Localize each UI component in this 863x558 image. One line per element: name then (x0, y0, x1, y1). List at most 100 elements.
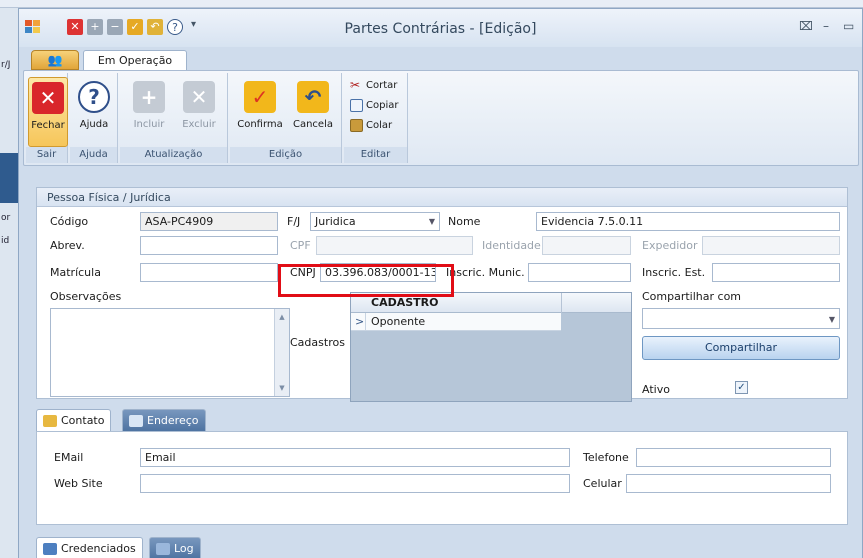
compartilhar-com-label: Compartilhar com (642, 290, 742, 303)
abrev-label: Abrev. (50, 239, 85, 252)
database-undo-icon: ↶ (297, 81, 329, 113)
abrev-field[interactable] (140, 236, 278, 255)
group-label-ajuda: Ajuda (70, 147, 117, 163)
scissors-icon: ✂ (350, 78, 361, 92)
identidade-label: Identidade (482, 239, 541, 252)
ativo-label: Ativo (642, 383, 670, 396)
grid-column-cadastro[interactable]: CADASTRO (371, 296, 438, 309)
form-area: Pessoa Física / Jurídica Código ASA-PC49… (19, 169, 862, 558)
cancela-button[interactable]: ↶ Cancela (288, 77, 338, 130)
telefone-label: Telefone (583, 451, 629, 464)
chevron-down-icon: ▼ (828, 315, 835, 324)
celular-field[interactable] (626, 474, 831, 493)
group-atualizacao: + Incluir ✕ Excluir Atualização (120, 73, 228, 163)
background-app-bar (0, 0, 863, 8)
cadastros-grid[interactable]: CADASTRO > Oponente (350, 292, 632, 402)
database-confirm-icon: ✓ (244, 81, 276, 113)
fj-label: F/J (287, 215, 301, 228)
tab-contato[interactable]: Contato (36, 409, 112, 431)
inscric-est-label: Inscric. Est. (642, 266, 706, 279)
group-label-sair: Sair (26, 147, 67, 163)
chevron-down-icon: ▼ (428, 217, 435, 226)
incluir-button[interactable]: + Incluir (126, 77, 172, 130)
copy-icon (350, 99, 363, 112)
web-site-field[interactable] (140, 474, 570, 493)
title-bar: ✕ + − ✓ ↶ ? ▾ Partes Contrárias - [Ediçã… (19, 9, 862, 47)
compartilhar-com-select[interactable]: ▼ (642, 308, 840, 329)
cadastros-label: Cadastros (290, 336, 345, 349)
app-menu-button[interactable]: 👥 (31, 50, 79, 70)
observacoes-textarea[interactable]: ▲ ▼ (50, 308, 290, 397)
ajuda-button[interactable]: ? Ajuda (74, 77, 114, 130)
compartilhar-button[interactable]: Compartilhar (642, 336, 840, 360)
group-ajuda: ? Ajuda Ajuda (70, 73, 118, 163)
section-title: Pessoa Física / Jurídica (37, 188, 847, 207)
cpf-field[interactable] (316, 236, 473, 255)
contact-icon (43, 414, 57, 427)
left-fragment: or (1, 213, 11, 223)
tab-endereco[interactable]: Endereço (122, 409, 206, 431)
row-indicator-icon: > (355, 315, 365, 328)
copiar-button[interactable]: Copiar (350, 99, 398, 112)
group-label-atualizacao: Atualização (120, 147, 227, 163)
ativo-checkbox[interactable]: ✓ (735, 381, 748, 394)
cortar-button[interactable]: ✂ Cortar (350, 79, 397, 92)
database-delete-icon: ✕ (183, 81, 215, 113)
window-title: Partes Contrárias - [Edição] (344, 21, 537, 37)
database-add-icon: + (133, 81, 165, 113)
grid-cell: Oponente (371, 315, 426, 328)
contato-panel: EMail Email Web Site Telefone Celular (36, 431, 848, 525)
group-edicao: ✓ Confirma ↶ Cancela Edição (230, 73, 342, 163)
restore-button[interactable]: ▭ (843, 19, 854, 33)
colar-button[interactable]: Colar (350, 119, 392, 132)
fj-select[interactable]: Juridica ▼ (310, 212, 440, 231)
celular-label: Celular (583, 477, 622, 490)
scroll-down-icon[interactable]: ▼ (275, 384, 289, 392)
inscric-munic-field[interactable] (528, 263, 631, 282)
sidebar-selected-band (0, 153, 18, 203)
matricula-label: Matrícula (50, 266, 101, 279)
matricula-field[interactable] (140, 263, 278, 282)
left-fragment: id (1, 236, 10, 246)
group-sair: ✕ Fechar Sair (26, 73, 68, 163)
tab-log[interactable]: Log (149, 537, 201, 558)
paste-icon (350, 119, 363, 132)
email-label: EMail (54, 451, 84, 464)
help-icon: ? (78, 81, 110, 113)
excluir-button[interactable]: ✕ Excluir (176, 77, 222, 130)
group-label-editar: Editar (344, 147, 407, 163)
inscric-est-field[interactable] (712, 263, 840, 282)
tab-credenciados[interactable]: Credenciados (36, 537, 143, 558)
scroll-up-icon[interactable]: ▲ (275, 313, 289, 321)
cpf-label: CPF (290, 239, 311, 252)
inscric-munic-label: Inscric. Munic. (446, 266, 525, 279)
main-window: ✕ + − ✓ ↶ ? ▾ Partes Contrárias - [Ediçã… (18, 8, 863, 558)
observacoes-label: Observações (50, 290, 122, 303)
background-app-sidebar: r/J os or id (0, 8, 18, 558)
expedidor-field[interactable] (702, 236, 840, 255)
nome-label: Nome (448, 215, 481, 228)
ribbon: ✕ Fechar Sair ? Ajuda Ajuda + Incluir ✕ … (23, 70, 859, 166)
log-icon (156, 542, 170, 555)
nome-field[interactable]: Evidencia 7.5.0.11 (536, 212, 840, 231)
minimize-button[interactable]: – (823, 19, 829, 33)
pin-icon[interactable]: ⌧ (799, 19, 813, 33)
group-label-edicao: Edição (230, 147, 341, 163)
table-row[interactable]: > Oponente (351, 313, 561, 331)
fechar-button[interactable]: ✕ Fechar (28, 77, 68, 147)
close-red-icon: ✕ (32, 82, 64, 114)
address-icon (129, 414, 143, 427)
observacoes-scrollbar[interactable]: ▲ ▼ (274, 309, 289, 396)
left-fragment: r/J (1, 60, 11, 70)
telefone-field[interactable] (636, 448, 831, 467)
credentials-icon (43, 542, 57, 555)
confirma-button[interactable]: ✓ Confirma (232, 77, 288, 130)
expedidor-label: Expedidor (642, 239, 698, 252)
group-editar: ✂ Cortar Copiar Colar Editar (344, 73, 408, 163)
identidade-field[interactable] (542, 236, 631, 255)
codigo-field[interactable]: ASA-PC4909 (140, 212, 278, 231)
email-field[interactable]: Email (140, 448, 570, 467)
tab-em-operacao[interactable]: Em Operação (83, 50, 187, 71)
web-site-label: Web Site (54, 477, 103, 490)
codigo-label: Código (50, 215, 89, 228)
